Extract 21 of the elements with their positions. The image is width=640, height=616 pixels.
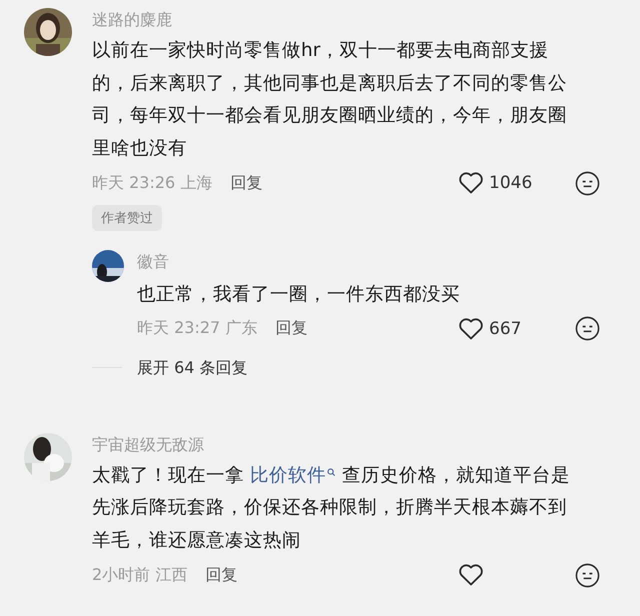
comment-time: 昨天 23:26 上海 [92,172,212,194]
comment-text: 也正常，我看了一圈，一件东西都没买 [137,283,461,307]
heart-icon[interactable] [458,316,484,340]
reply-link[interactable]: 回复 [205,564,238,586]
face-icon[interactable] [575,316,600,341]
comment-time: 昨天 23:27 广东 [137,318,258,339]
reply-link[interactable]: 回复 [230,172,262,194]
like-count: 1046 [489,173,534,193]
expand-replies-link[interactable]: 展开 64 条回复 [137,354,248,380]
search-link[interactable]: 比价软件 [250,464,336,486]
face-icon[interactable] [575,562,600,588]
like-count: 667 [489,318,522,338]
comment-time: 2小时前 江西 [92,564,188,586]
comment-text: 以前在一家快时尚零售做hr，双十一都要去电商部支援的，后来离职了，其他同事也是离职后去了不同的零售公司，每年双十一都会看见朋友圈晒业绩的，今年，朋友圈里啥也没有 [92,39,568,160]
reply-link[interactable]: 回复 [275,318,308,339]
face-icon[interactable] [575,170,600,196]
heart-icon[interactable] [458,171,484,195]
heart-icon[interactable] [458,563,484,587]
author-liked-tag: 作者赞过 [92,205,162,231]
comment-text: 太戳了！现在一拿 比价软件 查历史价格，就知道平台是先涨后降玩套路，价保还各种限制，折腾半天根本薅不到羊毛，谁还愿意凑这热闹 [92,464,571,552]
search-icon [326,468,336,476]
